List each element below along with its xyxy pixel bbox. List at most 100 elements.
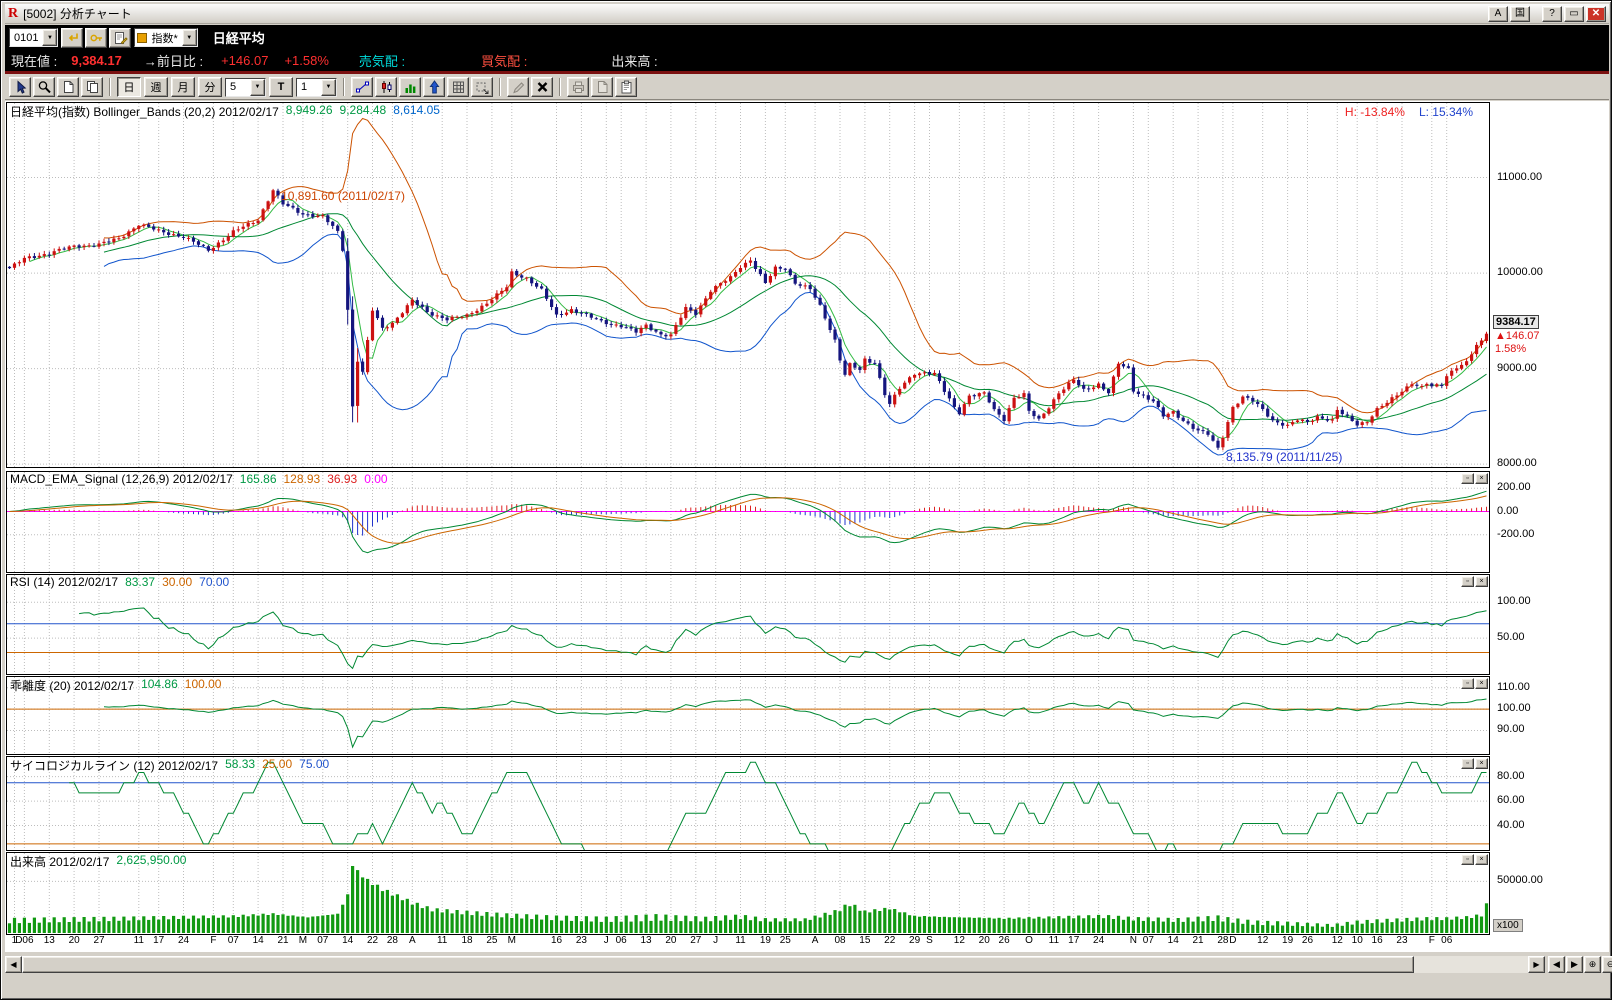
trendline-button[interactable] [351, 77, 373, 97]
panel-close-button[interactable]: × [1475, 758, 1488, 769]
nav-next-button[interactable]: ▶ [1566, 956, 1583, 973]
grid-button[interactable] [447, 77, 469, 97]
volume-bars-button[interactable] [399, 77, 421, 97]
panel-close-button[interactable]: × [1475, 576, 1488, 587]
chart-toolbar-draw-icons [351, 77, 493, 97]
zoom-out-button[interactable]: ⊖ [1602, 956, 1612, 973]
chevron-down-icon[interactable]: ▼ [182, 29, 197, 46]
psych-header-value: 75.00 [299, 757, 329, 774]
x-axis-label: M [299, 935, 307, 946]
main-plot: 10,891.60 (2011/02/17)8,135.79 (2011/11/… [7, 103, 1489, 467]
pointer-button[interactable] [9, 77, 31, 97]
nav-prev-button[interactable]: ◀ [1548, 956, 1565, 973]
fit-icon [475, 80, 490, 94]
restore-button[interactable]: ▭ [1564, 6, 1584, 22]
panel-collapse-button[interactable]: ▫ [1461, 576, 1474, 587]
main-header: 日経平均(指数) Bollinger_Bands (20,2) 2012/02/… [10, 103, 440, 120]
arrow-up-button[interactable] [423, 77, 445, 97]
volume-unit-label: x100 [1493, 919, 1523, 932]
rsi-header-title: RSI (14) 2012/02/17 [10, 575, 118, 589]
x-axis-label: 21 [277, 935, 288, 946]
main-header-title: 日経平均(指数) Bollinger_Bands (20,2) 2012/02/… [10, 103, 279, 120]
period-daily-button[interactable]: 日 [117, 77, 141, 97]
horizontal-scrollbar[interactable]: ◀ ▶ [5, 956, 1545, 973]
candlestick-button[interactable] [375, 77, 397, 97]
scroll-left-button[interactable]: ◀ [5, 956, 22, 973]
window-title: [5002] 分析チャート [23, 5, 132, 22]
clipboard-button[interactable] [615, 77, 637, 97]
rsi-plot [7, 575, 1489, 674]
print-button[interactable] [567, 77, 589, 97]
y-axis-label: 11000.00 [1497, 171, 1542, 183]
volume-bars-icon [403, 80, 418, 94]
chevron-down-icon[interactable]: ▼ [321, 79, 336, 96]
toolbar-separator [559, 78, 561, 96]
close-button[interactable]: ✕ [1586, 6, 1606, 22]
category-icon [137, 33, 147, 43]
delete-button[interactable] [531, 77, 553, 97]
y-axis-label: 200.00 [1497, 481, 1531, 493]
page2-button[interactable] [591, 77, 613, 97]
chart-toolbar: 日 週 月 分 5 ▼ T 1 ▼ [5, 75, 1609, 100]
panel-collapse-button[interactable]: ▫ [1461, 678, 1474, 689]
zoom-button[interactable] [33, 77, 55, 97]
help-button[interactable]: ? [1542, 6, 1562, 22]
panel-collapse-button[interactable]: ▫ [1461, 758, 1474, 769]
page-button[interactable] [57, 77, 79, 97]
annotation-mode-button[interactable]: A [1488, 6, 1508, 22]
memo-button[interactable] [109, 28, 131, 48]
x-axis-label: F [210, 935, 216, 946]
kairi-header-value: 104.86 [141, 677, 178, 694]
psych-header: サイコロジカルライン (12) 2012/02/1758.3325.0075.0… [10, 757, 329, 774]
x-axis-label: 24 [178, 935, 189, 946]
x-axis-label: 12 [1257, 935, 1268, 946]
chart-toolbar-edit-icons [507, 77, 553, 97]
x-axis-label: 10 [1352, 935, 1363, 946]
copy-page-button[interactable] [81, 77, 103, 97]
x-axis-label: 29 [909, 935, 920, 946]
pencil-button[interactable] [507, 77, 529, 97]
y-axis-label: 110.00 [1497, 681, 1530, 693]
x-axis-label: 07 [228, 935, 239, 946]
y-axis-label: 100.00 [1497, 702, 1531, 714]
key-button[interactable] [85, 28, 107, 48]
category-combo[interactable]: 指数* ▼ [134, 28, 197, 47]
x-axis-label: 28 [387, 935, 398, 946]
panel-main: 10,891.60 (2011/02/17)8,135.79 (2011/11/… [6, 102, 1490, 468]
language-button[interactable]: 国 [1510, 6, 1530, 22]
psych-header-title: サイコロジカルライン (12) 2012/02/17 [10, 757, 218, 774]
period-minute-button[interactable]: 分 [198, 77, 222, 97]
chevron-down-icon[interactable]: ▼ [250, 79, 265, 96]
x-axis-label: 11 [134, 935, 144, 946]
fit-button[interactable] [471, 77, 493, 97]
toolbar-separator [343, 78, 345, 96]
period-weekly-button[interactable]: 週 [144, 77, 168, 97]
panel-collapse-button[interactable]: ▫ [1461, 854, 1474, 865]
scroll-thumb[interactable] [22, 956, 1414, 973]
period-monthly-button[interactable]: 月 [171, 77, 195, 97]
tick-chart-button[interactable]: T [269, 77, 293, 97]
bars-count-combo[interactable]: 1 ▼ [296, 78, 337, 97]
minute-interval-combo[interactable]: 5 ▼ [225, 78, 266, 97]
panel-controls: ▫× [1461, 473, 1488, 484]
chevron-down-icon[interactable]: ▼ [42, 29, 57, 46]
x-axis-label: 22 [367, 935, 378, 946]
y-axis-label: 50.00 [1497, 631, 1525, 643]
x-axis-label: 24 [1093, 935, 1104, 946]
symbol-code-combo[interactable]: 0101 ▼ [9, 28, 58, 47]
chart-toolbar-output-icons [567, 77, 637, 97]
panel-controls: ▫× [1461, 758, 1488, 769]
y-axis-label: 9000.00 [1497, 362, 1537, 374]
panel-close-button[interactable]: × [1475, 473, 1488, 484]
scroll-right-button[interactable]: ▶ [1528, 956, 1545, 973]
panel-collapse-button[interactable]: ▫ [1461, 473, 1474, 484]
x-axis-label: 14 [1168, 935, 1179, 946]
x-axis-label: 21 [1193, 935, 1204, 946]
x-axis-label: 06 [1441, 935, 1452, 946]
scroll-track[interactable] [22, 956, 1528, 973]
zoom-in-button[interactable]: ⊕ [1584, 956, 1601, 973]
panel-close-button[interactable]: × [1475, 854, 1488, 865]
panel-close-button[interactable]: × [1475, 678, 1488, 689]
enter-button[interactable] [61, 28, 83, 48]
title-bar: R [5002] 分析チャート A 国 ? ▭ ✕ [5, 4, 1609, 24]
